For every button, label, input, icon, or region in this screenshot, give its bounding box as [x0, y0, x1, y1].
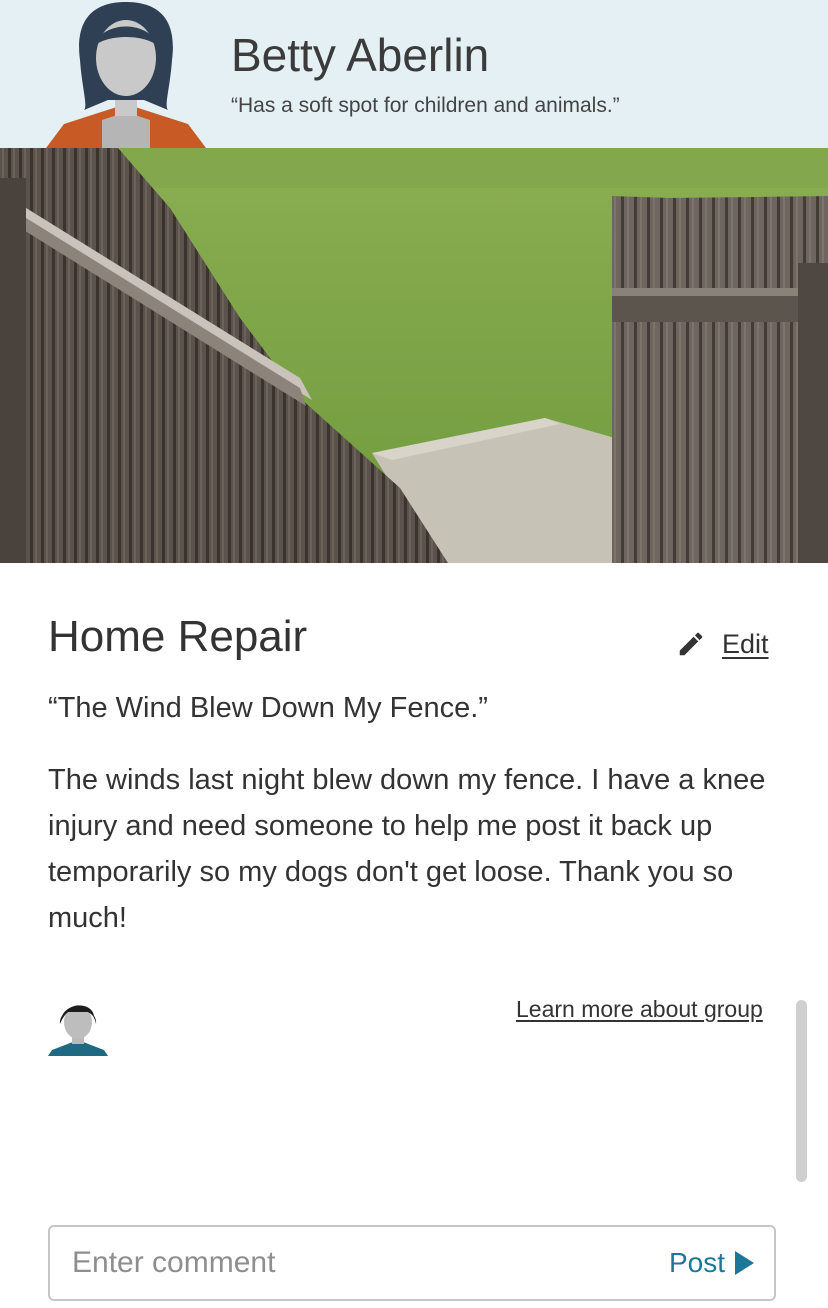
- profile-header: Betty Aberlin “Has a soft spot for child…: [0, 0, 828, 148]
- scrollbar[interactable]: [796, 1000, 807, 1182]
- post-title: Home Repair: [48, 612, 308, 661]
- post-button[interactable]: Post: [669, 1227, 774, 1299]
- broken-fence-photo: [0, 148, 828, 563]
- profile-quote: “Has a soft spot for children and animal…: [231, 94, 620, 117]
- comment-input[interactable]: [50, 1227, 669, 1299]
- pencil-icon: [679, 632, 703, 656]
- profile-name: Betty Aberlin: [231, 29, 490, 81]
- member-avatar-icon[interactable]: [48, 998, 108, 1056]
- play-arrow-icon: [735, 1251, 754, 1275]
- post-label: Post: [668, 1247, 725, 1278]
- post-subtitle: “The Wind Blew Down My Fence.”: [48, 692, 488, 724]
- learn-more-link[interactable]: Learn more about group: [516, 996, 763, 1023]
- edit-label: Edit: [722, 628, 769, 659]
- comment-box: Post: [48, 1225, 776, 1301]
- edit-button[interactable]: Edit: [676, 624, 769, 664]
- post-body: The winds last night blew down my fence.…: [48, 764, 766, 934]
- person-avatar-icon[interactable]: [46, 0, 206, 148]
